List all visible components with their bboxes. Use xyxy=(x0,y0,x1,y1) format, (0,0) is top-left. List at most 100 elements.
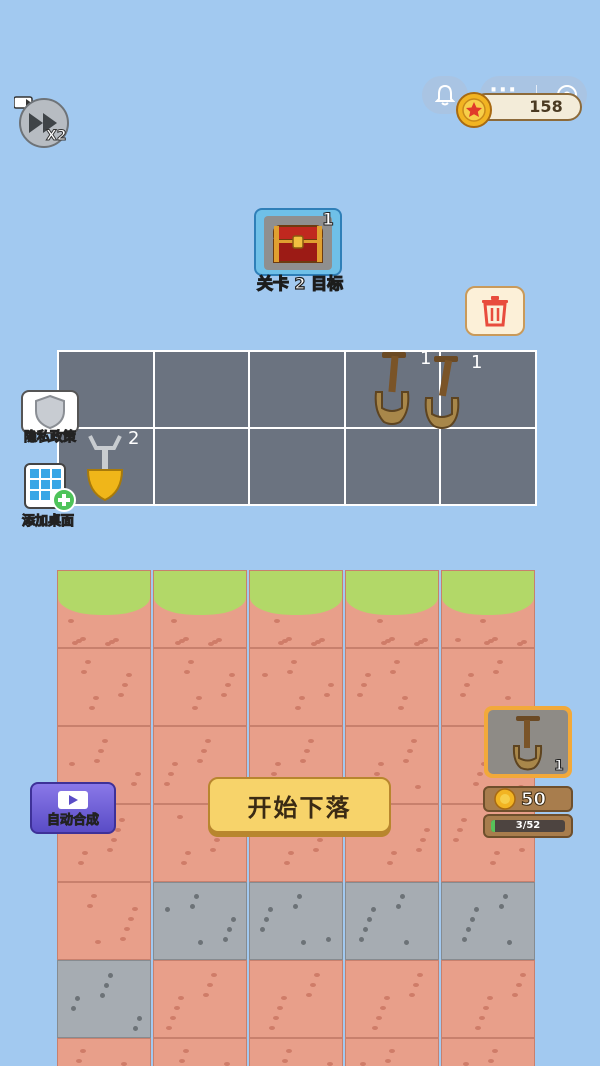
texture-dot xyxy=(171,619,177,623)
texture-dot xyxy=(422,638,428,642)
texture-dot xyxy=(89,706,95,710)
texture-dot xyxy=(214,838,220,842)
bell-icon xyxy=(435,84,455,106)
texture-dot xyxy=(359,937,364,942)
grid-cell[interactable] xyxy=(154,429,249,504)
texture-dot xyxy=(378,762,384,766)
add-desktop-button[interactable]: 添加桌面 xyxy=(18,462,78,530)
progress-text: 3/52 xyxy=(515,820,541,831)
texture-dot xyxy=(164,782,170,786)
grid-cell[interactable] xyxy=(154,352,249,427)
texture-dot xyxy=(113,638,119,642)
shovel-progress: 3/52 xyxy=(483,814,573,838)
texture-dot xyxy=(288,851,294,855)
texture-dot xyxy=(284,861,290,865)
texture-dot xyxy=(326,937,331,942)
trash-button[interactable] xyxy=(465,286,525,336)
texture-dot xyxy=(132,907,138,911)
dirt-block xyxy=(441,960,535,1038)
texture-dot xyxy=(403,759,409,763)
auto-merge-button[interactable]: 自动合成 xyxy=(30,782,116,834)
grass-block xyxy=(441,570,535,648)
texture-dot xyxy=(184,670,190,674)
texture-dot xyxy=(216,638,222,642)
grid-cell[interactable] xyxy=(441,429,535,504)
texture-dot xyxy=(308,739,314,743)
texture-dot xyxy=(224,1062,230,1066)
privacy-policy-button[interactable]: 隐私政策 xyxy=(20,390,80,446)
texture-dot xyxy=(121,1062,127,1066)
texture-dot xyxy=(93,696,99,700)
dirt-block xyxy=(153,960,247,1038)
texture-dot xyxy=(120,937,126,941)
texture-dot xyxy=(404,940,409,945)
start-drop-button[interactable]: 开始下落 xyxy=(208,777,391,833)
bronze-shovel-icon[interactable] xyxy=(370,352,414,426)
texture-dot xyxy=(107,848,113,852)
texture-dot xyxy=(361,683,367,687)
texture-dot xyxy=(385,1059,391,1063)
texture-dot xyxy=(497,660,503,664)
grid-cell[interactable] xyxy=(250,352,344,427)
texture-dot xyxy=(402,696,408,700)
texture-dot xyxy=(480,619,486,623)
grid-cell[interactable] xyxy=(250,429,344,504)
texture-dot xyxy=(411,739,417,743)
texture-dot xyxy=(521,640,527,644)
texture-dot xyxy=(268,907,273,912)
price-value: 50 xyxy=(520,789,547,811)
texture-dot xyxy=(477,772,483,776)
dirt-block xyxy=(57,882,151,960)
texture-dot xyxy=(488,1059,494,1063)
grass-top xyxy=(154,571,246,615)
texture-dot xyxy=(229,673,235,677)
dirt-block xyxy=(345,1038,439,1066)
texture-dot xyxy=(384,996,390,1000)
texture-dot xyxy=(274,619,280,623)
texture-dot xyxy=(492,1049,498,1053)
start-drop-label: 开始下落 xyxy=(247,793,352,822)
texture-dot xyxy=(299,696,305,700)
grid-item-count: 1 xyxy=(471,352,483,373)
texture-dot xyxy=(122,683,128,687)
texture-dot xyxy=(119,818,125,822)
texture-dot xyxy=(133,1026,138,1031)
texture-dot xyxy=(231,917,236,922)
grid-cell[interactable] xyxy=(345,429,440,504)
texture-dot xyxy=(461,818,467,822)
texture-dot xyxy=(479,1016,485,1020)
texture-dot xyxy=(177,815,183,819)
texture-dot xyxy=(104,983,109,988)
texture-dot xyxy=(304,749,310,753)
texture-dot xyxy=(493,670,499,674)
texture-dot xyxy=(503,894,508,899)
shovel-price[interactable]: 50 xyxy=(483,786,573,812)
texture-dot xyxy=(310,983,316,987)
texture-dot xyxy=(424,828,430,832)
texture-dot xyxy=(168,772,174,776)
trash-icon xyxy=(482,296,508,327)
texture-dot xyxy=(192,706,198,710)
texture-dot xyxy=(165,907,170,912)
add-desktop-label: 添加桌面 xyxy=(21,514,74,530)
gold-shovel-icon[interactable] xyxy=(84,432,126,502)
texture-dot xyxy=(377,619,383,623)
texture-dot xyxy=(306,993,312,997)
texture-dot xyxy=(505,696,511,700)
texture-dot xyxy=(490,861,496,865)
texture-dot xyxy=(324,693,330,697)
texture-dot xyxy=(185,851,191,855)
texture-dot xyxy=(71,1006,76,1011)
texture-dot xyxy=(281,996,287,1000)
texture-dot xyxy=(81,670,87,674)
texture-dot xyxy=(357,693,363,697)
shop-shovel-count: 1 xyxy=(554,758,565,775)
bronze-shovel-icon[interactable] xyxy=(420,356,464,430)
texture-dot xyxy=(415,785,421,789)
grass-top xyxy=(58,571,150,615)
texture-dot xyxy=(398,706,404,710)
texture-dot xyxy=(273,1016,279,1020)
texture-dot xyxy=(519,848,525,852)
texture-dot xyxy=(85,660,91,664)
texture-dot xyxy=(407,749,413,753)
